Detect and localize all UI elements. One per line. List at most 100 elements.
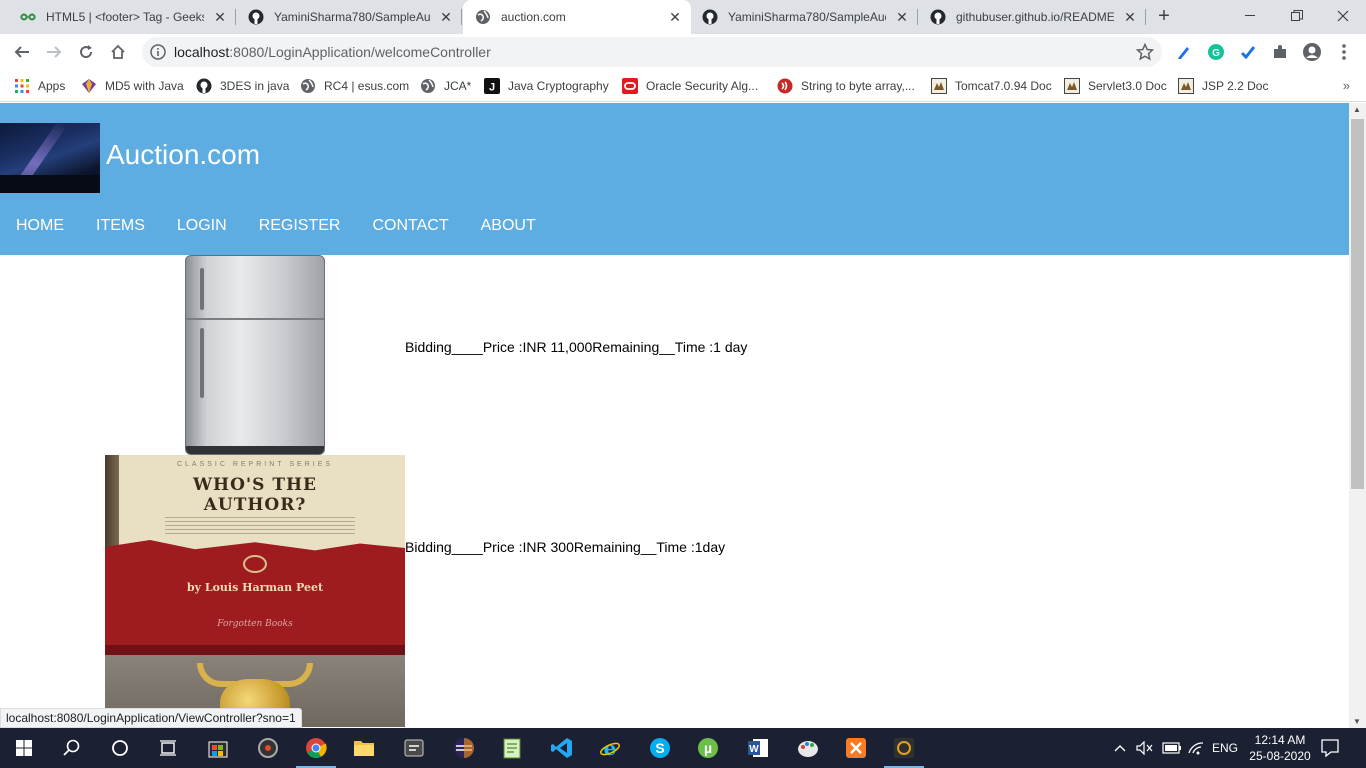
wifi-icon[interactable] — [1188, 728, 1204, 768]
nav-about[interactable]: ABOUT — [465, 217, 552, 235]
tab-geeksforgeeks[interactable]: HTML5 | <footer> Tag - Geeksf ✕ — [8, 0, 236, 34]
tab-auction[interactable]: auction.com ✕ — [463, 0, 691, 34]
home-button[interactable] — [104, 38, 132, 66]
word-app[interactable]: W — [734, 728, 782, 768]
check-extension-button[interactable] — [1234, 38, 1262, 66]
menu-button[interactable] — [1330, 38, 1358, 66]
info-icon[interactable] — [150, 44, 166, 60]
skype-app[interactable]: S — [636, 728, 684, 768]
url-path: :8080/LoginApplication/welcomeController — [229, 44, 491, 60]
bookmark-label: Apps — [38, 79, 66, 93]
nav-items[interactable]: ITEMS — [80, 217, 161, 235]
utorrent-app[interactable]: µ — [684, 728, 732, 768]
volume-muted-icon[interactable] — [1136, 728, 1154, 768]
bookmark-md5-java[interactable]: MD5 with Java — [81, 76, 184, 96]
close-window-button[interactable] — [1320, 0, 1366, 32]
page-scrollbar[interactable]: ▲ ▼ — [1349, 103, 1366, 728]
file-explorer-app[interactable] — [340, 728, 388, 768]
forward-button[interactable] — [40, 38, 68, 66]
close-tab-icon[interactable]: ✕ — [667, 9, 683, 25]
tab-title: githubuser.github.io/README — [956, 10, 1114, 24]
address-bar[interactable]: localhost:8080/LoginApplication/welcomeC… — [142, 37, 1162, 67]
nav-home[interactable]: HOME — [0, 217, 80, 235]
bookmark-jca[interactable]: JCA* — [420, 76, 471, 96]
show-hidden-icons[interactable] — [1114, 728, 1126, 768]
store-app[interactable] — [194, 728, 242, 768]
chevron-up-icon — [1114, 745, 1126, 752]
battery-icon[interactable] — [1162, 728, 1182, 768]
tab-github-sampleauction-1[interactable]: YaminiSharma780/SampleAucti ✕ — [236, 0, 462, 34]
taskbar-clock[interactable]: 12:14 AM 25-08-2020 — [1240, 732, 1320, 764]
close-tab-icon[interactable]: ✕ — [438, 9, 454, 25]
profile-button[interactable] — [1298, 38, 1326, 66]
language-indicator[interactable]: ENG — [1212, 728, 1238, 768]
back-button[interactable] — [8, 38, 36, 66]
bookmark-oracle-security[interactable]: Oracle Security Alg... — [622, 76, 758, 96]
bookmarks-bar: Apps MD5 with Java 3DES in java RC4 | es… — [0, 70, 1366, 102]
scroll-up-icon[interactable]: ▲ — [1353, 105, 1361, 114]
vscode-app[interactable] — [538, 728, 586, 768]
svg-text:G: G — [1212, 48, 1220, 59]
cortana-button[interactable] — [96, 728, 144, 768]
chrome-icon — [306, 738, 327, 759]
xampp-app[interactable] — [832, 728, 880, 768]
search-button[interactable] — [48, 728, 96, 768]
auction-item: Bidding____Price :INR 11,000Remaining__T… — [105, 255, 805, 455]
item-image-book[interactable]: CLASSIC REPRINT SERIES WHO'S THE AUTHOR? … — [105, 455, 405, 655]
task-view-button[interactable] — [144, 728, 192, 768]
paint-app[interactable] — [784, 728, 832, 768]
item-image-refrigerator[interactable] — [105, 255, 405, 455]
app-window[interactable] — [390, 728, 438, 768]
app-icon — [404, 739, 424, 757]
tab-github-sampleauction-2[interactable]: YaminiSharma780/SampleAucti ✕ — [690, 0, 918, 34]
bookmark-label: Java Cryptography — [508, 79, 609, 93]
scroll-down-icon[interactable]: ▼ — [1353, 717, 1361, 726]
bookmark-java-cryptography[interactable]: J Java Cryptography — [484, 76, 609, 96]
bookmark-label: Tomcat7.0.94 Doc — [955, 79, 1052, 93]
media-app[interactable] — [244, 728, 292, 768]
nav-contact[interactable]: CONTACT — [356, 217, 464, 235]
bookmarks-overflow-icon[interactable]: » — [1343, 78, 1350, 93]
start-button[interactable] — [0, 728, 48, 768]
auction-item: CLASSIC REPRINT SERIES WHO'S THE AUTHOR? … — [105, 455, 805, 655]
bookmark-3des-java[interactable]: 3DES in java — [196, 76, 289, 96]
close-tab-icon[interactable]: ✕ — [894, 9, 910, 25]
extensions-button[interactable] — [1266, 38, 1294, 66]
unity-app[interactable] — [880, 728, 928, 768]
grammarly-extension-button[interactable]: G — [1202, 38, 1230, 66]
bookmark-servlet-doc[interactable]: Servlet3.0 Doc — [1064, 76, 1167, 96]
bookmark-apps[interactable]: Apps — [14, 76, 65, 96]
eclipse-app[interactable] — [440, 728, 488, 768]
nav-login[interactable]: LOGIN — [161, 217, 243, 235]
arrow-right-icon — [47, 46, 62, 58]
svg-text:W: W — [749, 744, 759, 755]
bookmark-rc4-esus[interactable]: RC4 | esus.com — [300, 76, 409, 96]
bookmark-string-byte-array[interactable]: String to byte array,... — [777, 76, 915, 96]
media-icon — [258, 738, 278, 758]
tab-title: auction.com — [501, 10, 566, 24]
windows-logo-icon — [16, 740, 32, 756]
bookmark-label: 3DES in java — [220, 79, 290, 93]
tab-githubuser-readme[interactable]: githubuser.github.io/README ✕ — [918, 0, 1146, 34]
site-nav: HOME ITEMS LOGIN REGISTER CONTACT ABOUT — [0, 217, 552, 235]
xampp-icon — [846, 738, 866, 758]
nav-register[interactable]: REGISTER — [243, 217, 357, 235]
restore-button[interactable] — [1274, 0, 1320, 32]
bookmark-tomcat-doc[interactable]: Tomcat7.0.94 Doc — [931, 76, 1052, 96]
close-tab-icon[interactable]: ✕ — [212, 9, 228, 25]
pen-extension-button[interactable] — [1170, 38, 1198, 66]
bookmark-jsp-doc[interactable]: JSP 2.2 Doc — [1178, 76, 1268, 96]
internet-explorer-app[interactable]: e — [586, 728, 634, 768]
reload-button[interactable] — [72, 38, 100, 66]
close-tab-icon[interactable]: ✕ — [1122, 9, 1138, 25]
scrollbar-thumb[interactable] — [1351, 119, 1364, 489]
svg-text:µ: µ — [704, 740, 712, 756]
grammarly-icon: G — [1208, 44, 1224, 60]
minimize-button[interactable] — [1228, 0, 1274, 32]
notepad-app[interactable] — [488, 728, 536, 768]
bookmark-star-icon[interactable] — [1136, 43, 1154, 61]
chrome-app[interactable] — [292, 728, 340, 768]
new-tab-button[interactable]: + — [1152, 5, 1176, 29]
notifications-icon[interactable] — [1320, 738, 1340, 758]
tomcat-icon — [1178, 78, 1194, 94]
